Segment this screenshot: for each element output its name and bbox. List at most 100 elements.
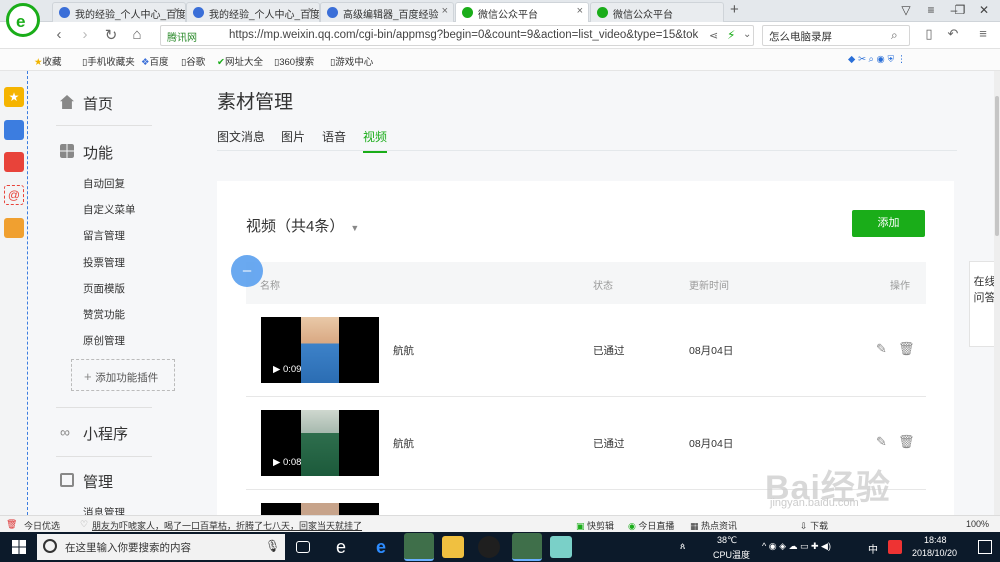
secure-label: 腾讯网 (167, 33, 197, 44)
menu-item-reward[interactable]: 赞赏功能 (83, 307, 125, 322)
share-icon[interactable]: ⋖ (709, 29, 718, 42)
download-icon: ⇩ (800, 521, 808, 531)
edit-icon[interactable]: ✎ (876, 341, 887, 357)
quick-clip[interactable]: ▣ 快剪辑 (576, 519, 614, 532)
ime-indicator[interactable]: 中 (868, 541, 878, 556)
browser-tab[interactable]: 高级编辑器_百度经验 × (320, 2, 454, 22)
browser-tab[interactable]: 微信公众平台 (590, 2, 724, 22)
menu-home[interactable]: 首页 (83, 93, 113, 114)
card-title[interactable]: 视频（共4条） ▼ (246, 215, 359, 236)
clock-time[interactable]: 18:48 (924, 535, 947, 545)
phone-icon[interactable]: ▯ (920, 26, 938, 42)
bookmark-item[interactable]: ▯360搜索 (274, 54, 314, 68)
close-tab-icon[interactable]: × (577, 5, 583, 17)
at-icon[interactable]: @ (4, 185, 24, 205)
tray-icons[interactable]: ^ ◉ ◈ ☁ ▭ ✚ ◀) (762, 541, 831, 552)
add-plugin-button[interactable]: + 添加功能插件 (71, 359, 175, 391)
back-icon[interactable]: ‹ (50, 26, 68, 43)
tab-audio[interactable]: 语音 (322, 128, 346, 145)
search-box[interactable]: 怎么电脑录屏 ⌕ (762, 25, 910, 46)
close-window-icon[interactable]: ✕ (976, 3, 992, 17)
taskbar-search-input[interactable]: 在这里输入你要搜索的内容 🎙 (37, 534, 285, 560)
main-content: 素材管理 图文消息 图片 语音 视频 视频（共4条） ▼ 添加 名称 状态 更新时… (217, 71, 957, 515)
home-icon[interactable]: ⌂ (128, 26, 146, 43)
zoom-level[interactable]: 100% (966, 519, 989, 529)
trash-icon[interactable]: 🗑 (898, 341, 915, 357)
live-today[interactable]: ◉ 今日直播 (628, 519, 674, 532)
qq-icon[interactable] (478, 536, 500, 558)
divider (56, 407, 152, 408)
restore-icon[interactable]: ❐ (952, 3, 968, 17)
trash-icon[interactable]: 🗑 (898, 434, 915, 450)
scrollbar-thumb[interactable] (995, 96, 999, 236)
browser-tab[interactable]: 我的经验_个人中心_百度 × (186, 2, 320, 22)
url-box[interactable]: 腾讯网 https://mp.weixin.qq.com/cgi-bin/app… (160, 25, 754, 46)
video-thumbnail[interactable]: ▶ 0:09 (261, 317, 379, 383)
news-ticker[interactable]: 朋友为吓唬家人，喝了一口百草枯，折腾了七八天，回家当天就挂了 (92, 519, 362, 532)
extension-icons[interactable]: ◆ ✂ ⌕ ◉ ⛨ ⋮ (848, 54, 906, 65)
close-tab-icon[interactable]: × (442, 5, 448, 17)
360-browser-icon[interactable] (404, 533, 434, 561)
menu-icon[interactable]: ≡ (923, 3, 939, 17)
sogou-icon[interactable] (888, 540, 902, 554)
menu-item-auto-reply[interactable]: 自动回复 (83, 176, 125, 191)
close-tab-icon[interactable]: × (308, 5, 314, 17)
more-icon[interactable]: ≡ (974, 26, 992, 41)
browser-tab[interactable]: 我的经验_个人中心_百度 × (52, 2, 186, 22)
edge-icon[interactable]: e (370, 536, 392, 558)
refresh-icon[interactable]: ↻ (102, 26, 120, 44)
bookmark-item[interactable]: ▯游戏中心 (330, 54, 373, 68)
image-viewer-icon[interactable] (442, 536, 464, 558)
bookmark-item[interactable]: ▯谷歌 (181, 54, 205, 68)
screen-recorder-cursor[interactable]: – (231, 255, 263, 287)
add-video-button[interactable]: 添加 (852, 210, 925, 237)
calendar-icon[interactable] (4, 120, 24, 140)
edit-icon[interactable]: ✎ (876, 434, 887, 450)
menu-item-custom-menu[interactable]: 自定义菜单 (83, 202, 136, 217)
dropdown-icon[interactable]: ⌄ (743, 29, 751, 40)
video-frame (301, 410, 339, 476)
microphone-icon[interactable]: 🎙 (265, 539, 280, 553)
menu-mini-program[interactable]: 小程序 (83, 423, 128, 444)
windows-start-icon[interactable] (12, 540, 26, 554)
search-icon[interactable]: ⌕ (891, 28, 898, 43)
bookmark-favorites[interactable]: ★收藏 (34, 54, 62, 68)
favorite-star-icon[interactable]: ★ (4, 87, 24, 107)
notification-icon[interactable] (978, 540, 992, 554)
shirt-icon[interactable]: ▽ (898, 3, 914, 17)
menu-item-original[interactable]: 原创管理 (83, 333, 125, 348)
menu-item-comments[interactable]: 留言管理 (83, 228, 125, 243)
ie-browser-icon[interactable]: e (330, 536, 352, 558)
bookmark-item[interactable]: ❖百度 (141, 54, 169, 68)
tab-articles[interactable]: 图文消息 (217, 128, 265, 145)
hot-news[interactable]: ▦ 热点资讯 (690, 519, 737, 532)
menu-item-votes[interactable]: 投票管理 (83, 255, 125, 270)
url-text[interactable]: https://mp.weixin.qq.com/cgi-bin/appmsg?… (229, 29, 699, 41)
note-icon[interactable] (4, 218, 24, 238)
forward-icon[interactable]: › (76, 26, 94, 43)
video-thumbnail[interactable]: ▶ 0:08 (261, 410, 379, 476)
menu-item-messages[interactable]: 消息管理 (83, 505, 125, 515)
downloads[interactable]: ⇩ 下载 (800, 519, 828, 532)
browser-logo[interactable]: e (6, 3, 40, 37)
bookmark-item[interactable]: ✔网址大全 (217, 54, 263, 68)
bookmark-item[interactable]: ▯手机收藏夹 (82, 54, 135, 68)
task-view-icon[interactable] (296, 541, 310, 553)
new-tab-button[interactable]: + (730, 1, 739, 18)
close-tab-icon[interactable]: × (174, 5, 180, 17)
clock-date[interactable]: 2018/10/20 (912, 548, 957, 558)
trash-icon[interactable]: 🗑 (6, 519, 17, 530)
app-icon[interactable] (550, 536, 572, 558)
undo-icon[interactable]: ↶ (944, 26, 962, 42)
browser-tab-active[interactable]: 微信公众平台 × (455, 2, 589, 23)
news-icon: ▦ (690, 521, 699, 531)
home-icon (60, 95, 74, 109)
video-thumbnail[interactable] (261, 503, 379, 515)
lightning-icon[interactable]: ⚡ (727, 28, 735, 42)
menu-item-templates[interactable]: 页面模版 (83, 281, 125, 296)
person-icon[interactable]: ጰ (680, 541, 685, 552)
tab-images[interactable]: 图片 (281, 128, 305, 145)
weibo-icon[interactable] (4, 152, 24, 172)
wechat-icon[interactable] (512, 533, 542, 561)
today-picks[interactable]: 今日优选 (24, 519, 60, 532)
